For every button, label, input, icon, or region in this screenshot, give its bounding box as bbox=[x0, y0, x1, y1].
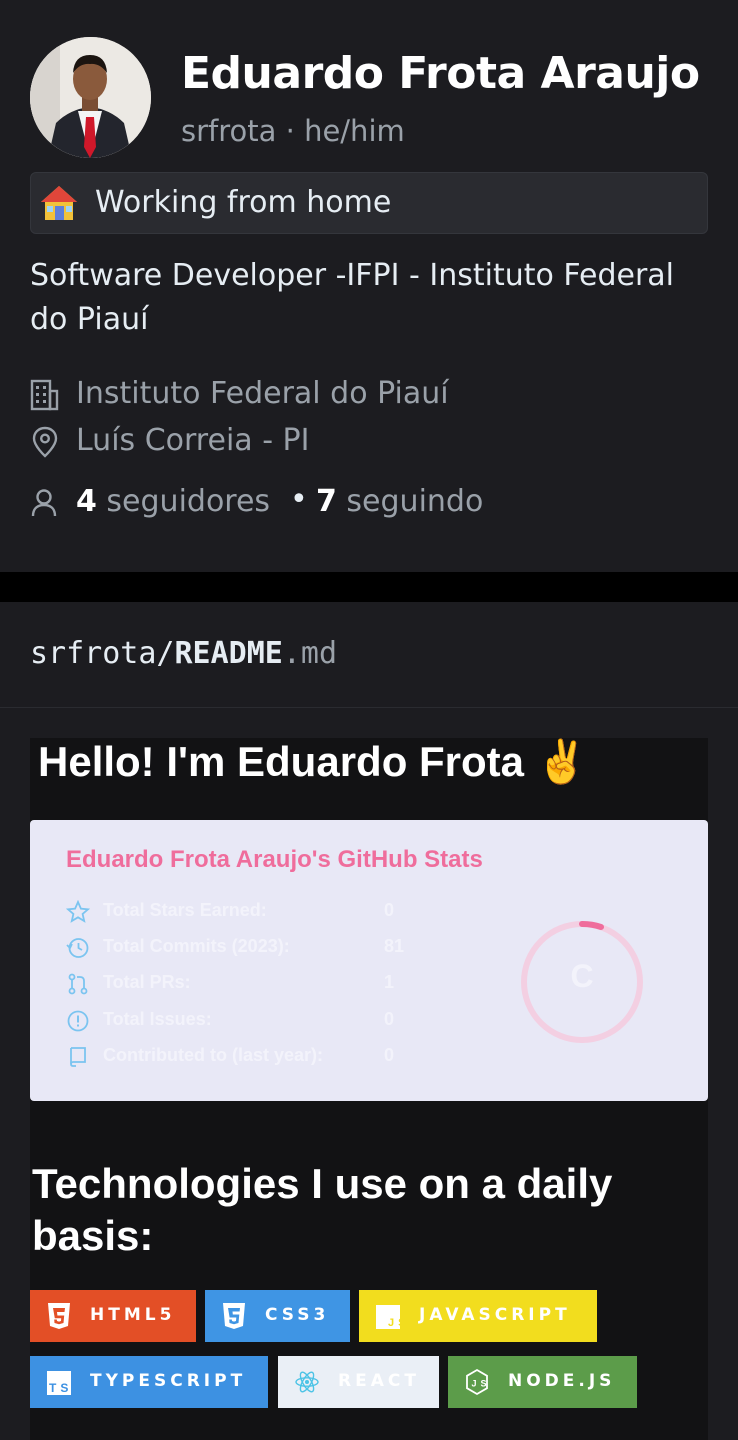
tech-heading: Technologies I use on a daily basis: bbox=[32, 1160, 613, 1259]
css3-icon bbox=[223, 1303, 245, 1329]
badge-javascript[interactable]: JS JAVASCRIPT bbox=[359, 1290, 597, 1342]
followers-link[interactable]: 4 seguidores bbox=[76, 484, 270, 519]
stat-row-prs: Total PRs: 1 bbox=[66, 972, 466, 998]
rank-circle: C bbox=[518, 918, 646, 1046]
stat-value: 1 bbox=[384, 972, 395, 992]
badge-label: JAVASCRIPT bbox=[419, 1305, 571, 1325]
rank-letter: C bbox=[570, 958, 594, 994]
badge-label: CSS3 bbox=[265, 1305, 330, 1325]
follow-separator: • bbox=[290, 482, 308, 517]
readme-card: srfrota/README.md Hello! I'm Eduardo Fro… bbox=[0, 602, 738, 1440]
star-icon bbox=[66, 900, 90, 923]
readme-header[interactable]: srfrota/README.md bbox=[0, 602, 738, 708]
stat-label: Total Issues: bbox=[103, 1009, 212, 1029]
html5-icon bbox=[48, 1303, 70, 1329]
followers-count: 4 bbox=[76, 484, 97, 519]
stat-label: Total PRs: bbox=[103, 972, 191, 992]
location-pin-icon bbox=[32, 426, 58, 458]
readme-file: README bbox=[174, 636, 283, 671]
location-text: Luís Correia - PI bbox=[76, 423, 310, 458]
readme-path: srfrota/README.md bbox=[30, 636, 337, 671]
organization-text[interactable]: Instituto Federal do Piauí bbox=[76, 376, 449, 411]
badge-label: REACT bbox=[338, 1371, 420, 1391]
following-count: 7 bbox=[316, 484, 337, 519]
readme-ext: .md bbox=[282, 636, 338, 671]
profile-header: Eduardo Frota Araujo srfrota · he/him Wo… bbox=[0, 0, 738, 572]
avatar[interactable] bbox=[30, 37, 151, 158]
github-stats-card[interactable]: Eduardo Frota Araujo's GitHub Stats Tota… bbox=[30, 820, 708, 1101]
svg-text:JS: JS bbox=[472, 1379, 491, 1389]
history-icon bbox=[66, 938, 89, 958]
svg-text:JS: JS bbox=[388, 1317, 401, 1329]
repo-icon bbox=[70, 1047, 86, 1067]
stat-value: 0 bbox=[384, 900, 395, 920]
svg-text:TS: TS bbox=[49, 1381, 72, 1395]
stat-value: 81 bbox=[384, 936, 405, 956]
profile-bio: Software Developer -IFPI - Instituto Fed… bbox=[30, 258, 675, 337]
stat-label: Contributed to (last year): bbox=[103, 1045, 324, 1065]
profile-handle: srfrota · he/him bbox=[181, 114, 405, 148]
section-divider bbox=[0, 572, 738, 602]
nodejs-icon: JS bbox=[466, 1368, 491, 1396]
readme-owner: srfrota/ bbox=[30, 636, 175, 671]
badge-css3[interactable]: CSS3 bbox=[205, 1290, 350, 1342]
stat-row-stars: Total Stars Earned: 0 bbox=[66, 900, 466, 926]
stat-row-issues: Total Issues: 0 bbox=[66, 1009, 466, 1035]
javascript-icon: JS bbox=[376, 1305, 401, 1329]
stat-row-commits: Total Commits (2023): 81 bbox=[66, 936, 466, 962]
building-icon bbox=[30, 379, 59, 411]
badge-react[interactable]: REACT bbox=[278, 1356, 439, 1408]
badge-label: NODE.JS bbox=[508, 1371, 616, 1391]
issue-icon bbox=[67, 1010, 89, 1032]
pull-request-icon bbox=[68, 973, 88, 995]
profile-name: Eduardo Frota Araujo bbox=[181, 48, 700, 99]
followers-label: seguidores bbox=[106, 484, 271, 519]
badge-typescript[interactable]: TS TYPESCRIPT bbox=[30, 1356, 268, 1408]
react-icon bbox=[295, 1371, 319, 1393]
stat-label: Total Commits (2023): bbox=[103, 936, 290, 956]
house-emoji-icon bbox=[39, 184, 79, 222]
status-text: Working from home bbox=[95, 185, 392, 220]
readme-heading: Hello! I'm Eduardo Frota ✌️ bbox=[38, 738, 588, 785]
people-icon bbox=[31, 489, 57, 517]
stat-label: Total Stars Earned: bbox=[103, 900, 267, 920]
stats-title: Eduardo Frota Araujo's GitHub Stats bbox=[66, 846, 483, 873]
stat-value: 0 bbox=[384, 1045, 395, 1065]
badge-label: TYPESCRIPT bbox=[90, 1371, 247, 1391]
stat-value: 0 bbox=[384, 1009, 395, 1029]
following-link[interactable]: 7 seguindo bbox=[316, 484, 483, 519]
badge-nodejs[interactable]: JS NODE.JS bbox=[448, 1356, 637, 1408]
status-box[interactable]: Working from home bbox=[30, 172, 708, 234]
following-label: seguindo bbox=[346, 484, 484, 519]
stat-row-contributed: Contributed to (last year): 0 bbox=[66, 1045, 466, 1071]
typescript-icon: TS bbox=[47, 1371, 72, 1395]
badge-html5[interactable]: HTML5 bbox=[30, 1290, 196, 1342]
badge-label: HTML5 bbox=[90, 1305, 176, 1325]
readme-content: Hello! I'm Eduardo Frota ✌️ Eduardo Frot… bbox=[30, 738, 708, 1440]
